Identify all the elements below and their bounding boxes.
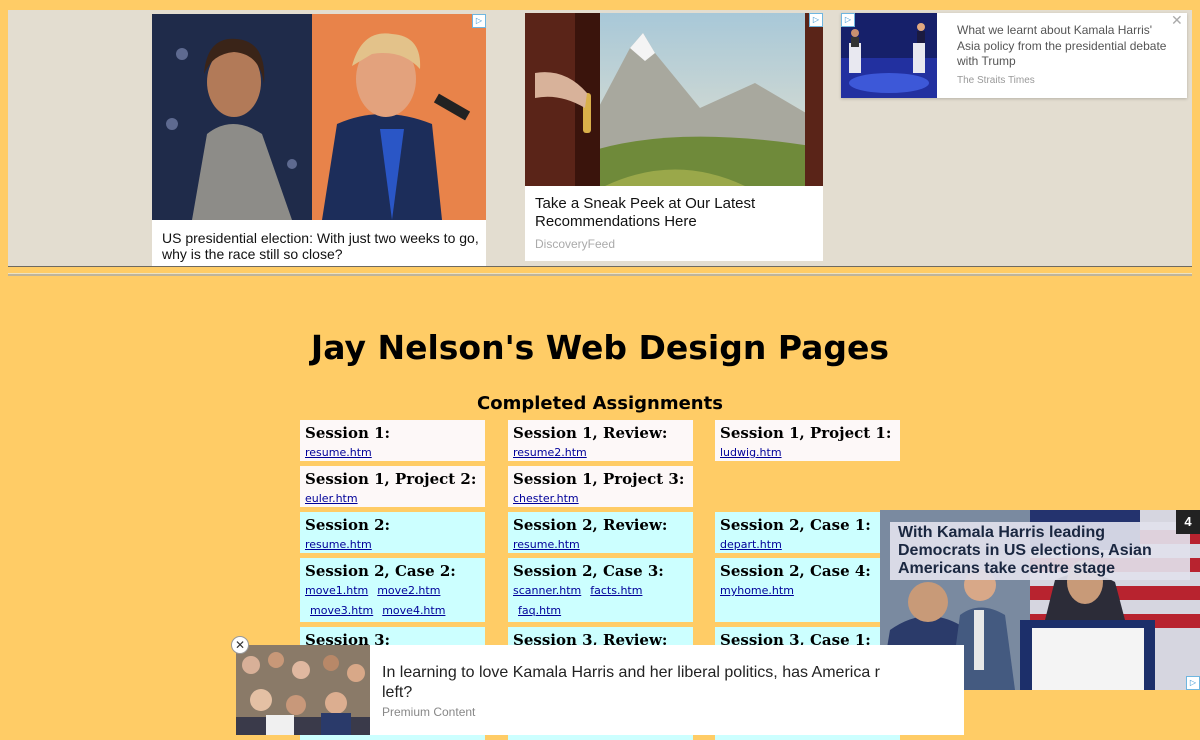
close-icon[interactable]: ✕ [1171, 13, 1183, 29]
assignment-title: Session 2, Case 3: [513, 562, 664, 580]
ad-source: Premium Content [382, 705, 476, 719]
assignment-title: Session 2, Case 2: [305, 562, 456, 580]
ad-card-discovery[interactable]: Take a Sneak Peek at Our Latest Recommen… [525, 13, 823, 261]
assignment-links: resume.htm [305, 534, 480, 554]
assignment-title: Session 1, Project 2: [305, 470, 477, 488]
assignment-link[interactable]: myhome.htm [720, 584, 794, 597]
ad-source: DiscoveryFeed [535, 237, 616, 251]
ad-image-mountain-door [525, 13, 823, 186]
assignment-link[interactable]: ludwig.htm [720, 446, 782, 459]
ad-image-debate [841, 13, 937, 98]
assignment-links: myhome.htm [720, 580, 895, 600]
assignment-link[interactable]: move3.htm [310, 604, 373, 617]
assignment-links: depart.htm [720, 534, 895, 554]
assignment-links: resume.htm [305, 442, 480, 462]
assignment-links: resume2.htm [513, 442, 688, 462]
assignment-link[interactable]: scanner.htm [513, 584, 581, 597]
assignment-title: Session 1, Project 3: [513, 470, 685, 488]
assignment-title: Session 2, Case 4: [720, 562, 871, 580]
assignment-title: Session 1: [305, 424, 391, 442]
assignment-title: Session 2, Review: [513, 516, 668, 534]
assignment-title: Session 1, Project 1: [720, 424, 892, 442]
assignment-title: Session 2: [305, 516, 391, 534]
video-playlist-count[interactable]: 4 [1176, 510, 1200, 534]
adchoices-icon[interactable]: ▷ [841, 13, 855, 27]
horizontal-rule [8, 273, 1192, 276]
adchoices-icon[interactable]: ▷ [1186, 676, 1200, 690]
ad-card-election[interactable]: US presidential election: With just two … [152, 14, 486, 266]
assignment-links: move1.htm move2.htm move3.htm move4.htm [305, 580, 480, 620]
assignment-cell: Session 2, Case 1: depart.htm [715, 512, 900, 553]
assignment-links: ludwig.htm [720, 442, 895, 462]
close-ad-button[interactable]: ✕ [231, 636, 249, 654]
assignment-cell: Session 1, Project 1: ludwig.htm [715, 420, 900, 461]
assignment-link[interactable]: move4.htm [382, 604, 445, 617]
adchoices-icon[interactable]: ▷ [809, 13, 823, 27]
ad-headline[interactable]: Take a Sneak Peek at Our Latest Recommen… [535, 195, 815, 231]
bottom-sticky-ad[interactable]: In learning to love Kamala Harris and he… [236, 645, 964, 735]
assignment-cell: Session 2, Case 2: move1.htm move2.htm move… [300, 558, 485, 622]
assignment-cell: Session 1: resume.htm [300, 420, 485, 461]
assignment-link[interactable]: chester.htm [513, 492, 579, 505]
assignment-cell: Session 1, Review: resume2.htm [508, 420, 693, 461]
ad-source: The Straits Times [957, 75, 1035, 86]
assignment-link[interactable]: resume.htm [513, 538, 580, 551]
assignment-link[interactable]: euler.htm [305, 492, 358, 505]
assignment-link[interactable]: move2.htm [377, 584, 440, 597]
assignment-links: resume.htm [513, 534, 688, 554]
assignment-cell: Session 1, Project 2: euler.htm [300, 466, 485, 507]
assignment-cell: Session 2, Case 3: scanner.htm facts.htm fa… [508, 558, 693, 622]
page-title: Jay Nelson's Web Design Pages [310, 328, 890, 367]
assignment-cell: Session 2, Review: resume.htm [508, 512, 693, 553]
video-caption[interactable]: With Kamala Harris leading Democrats in … [890, 522, 1190, 580]
assignment-links: chester.htm [513, 488, 688, 508]
top-ad-band: US presidential election: With just two … [8, 10, 1192, 267]
ad-image-crowd [236, 645, 370, 735]
assignment-title: Session 1, Review: [513, 424, 668, 442]
assignment-link[interactable]: facts.htm [590, 584, 642, 597]
ad-headline[interactable]: In learning to love Kamala Harris and he… [382, 663, 882, 703]
ad-image-candidates [152, 14, 486, 220]
assignment-link[interactable]: resume.htm [305, 446, 372, 459]
ad-headline[interactable]: What we learnt about Kamala Harris' Asia… [957, 23, 1175, 70]
assignment-link[interactable]: faq.htm [518, 604, 561, 617]
assignment-cell: Session 2: resume.htm [300, 512, 485, 553]
assignment-links: euler.htm [305, 488, 480, 508]
assignment-title: Session 2, Case 1: [720, 516, 871, 534]
assignment-cell: Session 2, Case 4: myhome.htm [715, 558, 900, 622]
assignment-link[interactable]: resume2.htm [513, 446, 587, 459]
adchoices-icon[interactable]: ▷ [472, 14, 486, 28]
assignment-link[interactable]: resume.htm [305, 538, 372, 551]
assignment-links: scanner.htm facts.htm faq.htm [513, 580, 688, 620]
assignment-cell: Session 1, Project 3: chester.htm [508, 466, 693, 507]
assignment-link[interactable]: move1.htm [305, 584, 368, 597]
ad-card-straits-times[interactable]: What we learnt about Kamala Harris' Asia… [841, 13, 1187, 98]
section-title: Completed Assignments [477, 393, 723, 414]
assignment-link[interactable]: depart.htm [720, 538, 782, 551]
ad-headline[interactable]: US presidential election: With just two … [162, 230, 480, 262]
